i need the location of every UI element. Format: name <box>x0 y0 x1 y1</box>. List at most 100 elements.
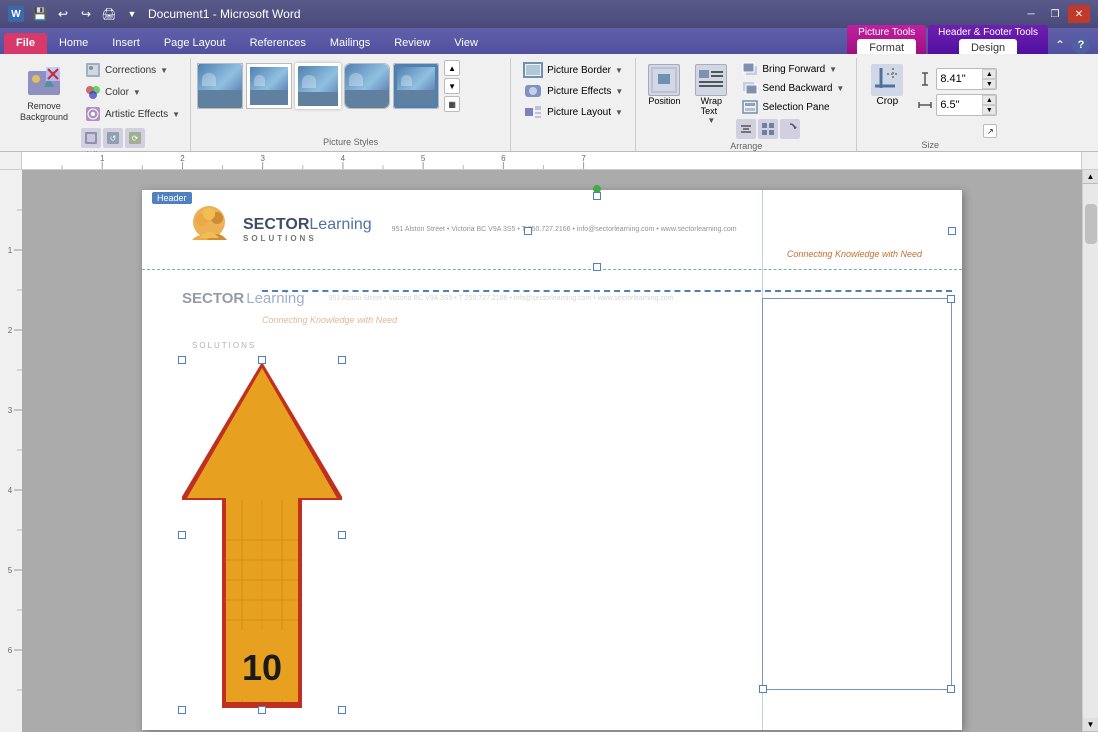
company-solutions-text: SOLUTIONS <box>243 234 372 243</box>
picture-border-label: Picture Border <box>547 65 611 76</box>
svg-text:4: 4 <box>8 486 13 495</box>
redo-qat-btn[interactable]: ↪ <box>76 4 96 24</box>
wrap-text-button[interactable]: WrapText ▼ <box>689 60 733 129</box>
scroll-up-btn[interactable]: ▲ <box>1083 170 1098 184</box>
crop-button[interactable]: Crop <box>863 60 911 111</box>
gallery-scroll-down[interactable]: ▼ <box>444 78 460 94</box>
change-picture-btn[interactable]: ↺ <box>103 128 123 148</box>
style-thumb-5[interactable] <box>393 63 439 109</box>
svg-text:2: 2 <box>180 154 185 163</box>
large-sel-handle-br[interactable] <box>947 685 955 693</box>
handle-right-middle[interactable] <box>948 227 956 235</box>
artistic-effects-label: Artistic Effects <box>105 109 168 120</box>
arrow-handle-tr[interactable] <box>338 356 346 364</box>
width-input-group: ▲ ▼ <box>936 94 997 116</box>
height-spin-down[interactable]: ▼ <box>982 79 996 89</box>
wrap-text-arrow[interactable]: ▼ <box>707 116 715 125</box>
arrow-handle-bl[interactable] <box>178 706 186 714</box>
save-qat-btn[interactable]: 💾 <box>30 4 50 24</box>
rotate-button[interactable] <box>780 119 800 139</box>
bring-forward-button[interactable]: Bring Forward ▼ <box>736 60 850 78</box>
picture-effects-arrow[interactable]: ▼ <box>615 87 623 96</box>
arrow-handle-tl[interactable] <box>178 356 186 364</box>
crop-label: Crop <box>876 96 898 107</box>
tab-home[interactable]: Home <box>47 33 100 54</box>
customize-qat-btn[interactable]: ▼ <box>122 4 142 24</box>
remove-background-button[interactable]: Remove Background <box>10 60 78 128</box>
reset-picture-btn[interactable]: ⟳ <box>125 128 145 148</box>
scroll-down-btn[interactable]: ▼ <box>1083 718 1098 732</box>
document-scroll[interactable]: Header <box>22 170 1082 732</box>
height-input[interactable] <box>937 72 982 86</box>
send-backward-button[interactable]: Send Backward ▼ <box>736 79 850 97</box>
corrections-dropdown-arrow[interactable]: ▼ <box>160 66 168 75</box>
color-button[interactable]: Color ▼ <box>81 82 184 102</box>
picture-layout-arrow[interactable]: ▼ <box>615 108 623 117</box>
arrange-label: Arrange <box>642 139 850 153</box>
style-thumb-4[interactable] <box>344 63 390 109</box>
minimize-btn[interactable]: ─ <box>1020 5 1042 23</box>
picture-layout-button[interactable]: Picture Layout ▼ <box>517 102 629 122</box>
scroll-track[interactable] <box>1085 184 1097 718</box>
group-button[interactable] <box>758 119 778 139</box>
scroll-thumb[interactable] <box>1085 204 1097 244</box>
bring-forward-label: Bring Forward <box>762 64 825 75</box>
gallery-more[interactable]: ▦ <box>444 96 460 112</box>
help-btn[interactable]: ? <box>1072 36 1090 54</box>
gallery-scroll-up[interactable]: ▲ <box>444 60 460 76</box>
print-qat-btn[interactable]: 🖨 <box>99 4 119 24</box>
tab-format[interactable]: Format <box>857 39 916 54</box>
width-spin-up[interactable]: ▲ <box>982 95 996 105</box>
tab-insert[interactable]: Insert <box>100 33 152 54</box>
arrow-handle-right[interactable] <box>338 531 346 539</box>
height-spin-up[interactable]: ▲ <box>982 69 996 79</box>
size-dialog-launcher[interactable]: ↗ <box>983 124 997 138</box>
large-sel-handle-bl[interactable] <box>759 685 767 693</box>
large-sel-handle-tr[interactable] <box>947 295 955 303</box>
position-button[interactable]: Position <box>642 60 686 110</box>
header-contact-info: 951 Alston Street • Victoria BC V9A 3S5 … <box>392 226 737 233</box>
bring-forward-arrow[interactable]: ▼ <box>829 65 837 74</box>
send-backward-arrow[interactable]: ▼ <box>836 84 844 93</box>
compress-pictures-btn[interactable] <box>81 128 101 148</box>
close-btn[interactable]: ✕ <box>1068 5 1090 23</box>
size-content: Crop ▲ ▼ <box>863 60 997 138</box>
width-spin-down[interactable]: ▼ <box>982 105 996 115</box>
svg-text:6: 6 <box>501 154 506 163</box>
undo-qat-btn[interactable]: ↩ <box>53 4 73 24</box>
arrow-shape-container[interactable]: 10 <box>182 360 342 710</box>
align-button[interactable] <box>736 119 756 139</box>
rotation-handle[interactable] <box>593 185 601 193</box>
tab-references[interactable]: References <box>238 33 318 54</box>
picture-effects-button[interactable]: Picture Effects ▼ <box>517 81 629 101</box>
style-thumb-3[interactable] <box>295 63 341 109</box>
artistic-effects-dropdown-arrow[interactable]: ▼ <box>172 110 180 119</box>
arrow-handle-br[interactable] <box>338 706 346 714</box>
restore-btn[interactable]: ❐ <box>1044 5 1066 23</box>
tab-file[interactable]: File <box>4 33 47 54</box>
ribbon-collapse-btn[interactable]: ⌃ <box>1052 37 1068 53</box>
window-title: Document1 - Microsoft Word <box>148 7 301 21</box>
svg-text:3: 3 <box>260 154 265 163</box>
arrow-handle-bottom[interactable] <box>258 706 266 714</box>
tab-mailings[interactable]: Mailings <box>318 33 382 54</box>
tab-review[interactable]: Review <box>382 33 442 54</box>
tab-page-layout[interactable]: Page Layout <box>152 33 238 54</box>
style-thumb-1[interactable] <box>197 63 243 109</box>
arrow-handle-top[interactable] <box>258 356 266 364</box>
picture-border-button[interactable]: Picture Border ▼ <box>517 60 629 80</box>
svg-text:7: 7 <box>581 154 586 163</box>
width-input[interactable] <box>937 98 982 112</box>
handle-top-center[interactable] <box>593 192 601 200</box>
style-thumb-2[interactable] <box>246 63 292 109</box>
tab-view[interactable]: View <box>442 33 490 54</box>
window-controls: ─ ❐ ✕ <box>1020 5 1090 23</box>
corrections-button[interactable]: Corrections ▼ <box>81 60 184 80</box>
picture-styles-section: ▲ ▼ ▦ Picture Styles <box>191 58 511 151</box>
picture-border-arrow[interactable]: ▼ <box>615 66 623 75</box>
tab-design[interactable]: Design <box>959 39 1017 54</box>
color-dropdown-arrow[interactable]: ▼ <box>133 88 141 97</box>
arrow-handle-left[interactable] <box>178 531 186 539</box>
selection-pane-button[interactable]: Selection Pane <box>736 98 850 116</box>
artistic-effects-button[interactable]: Artistic Effects ▼ <box>81 104 184 124</box>
